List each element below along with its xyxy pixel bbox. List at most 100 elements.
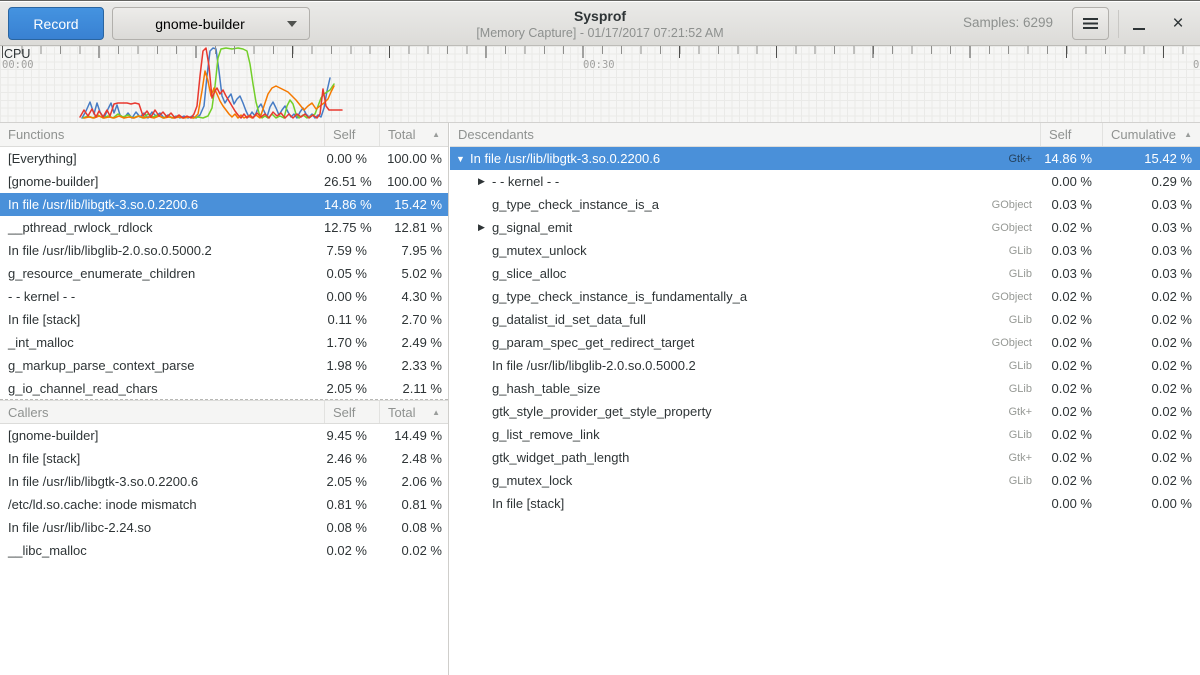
table-row[interactable]: g_hash_table_sizeGLib0.02 %0.02 %: [450, 377, 1200, 400]
self-column-header[interactable]: Self: [324, 123, 379, 146]
row-total-percent: 12.81 %: [379, 220, 448, 235]
row-function-name: /etc/ld.so.cache: inode mismatch: [0, 497, 324, 512]
table-row[interactable]: In file /usr/lib/libgtk-3.so.0.2200.614.…: [0, 193, 448, 216]
cpu-orange-line: [84, 71, 334, 118]
row-self-percent: 0.03 %: [1040, 197, 1102, 212]
row-function-name: In file /usr/lib/libc-2.24.so: [0, 520, 324, 535]
table-row[interactable]: In file /usr/lib/libc-2.24.so0.08 %0.08 …: [0, 516, 448, 539]
table-row[interactable]: gtk_widget_path_lengthGtk+0.02 %0.02 %: [450, 446, 1200, 469]
row-name-cell: In file /usr/lib/libglib-2.0.so.0.5000.2…: [450, 358, 1040, 373]
row-self-percent: 0.03 %: [1040, 266, 1102, 281]
total-column-header[interactable]: Total ▲: [379, 123, 448, 146]
close-button[interactable]: ×: [1162, 2, 1194, 46]
row-self-percent: 0.11 %: [324, 312, 379, 327]
timeline-major-ticks: [2, 46, 1200, 58]
expander-open-icon[interactable]: ▼: [456, 154, 470, 164]
table-row[interactable]: g_param_spec_get_redirect_targetGObject0…: [450, 331, 1200, 354]
table-row[interactable]: ▶g_signal_emitGObject0.02 %0.03 %: [450, 216, 1200, 239]
hamburger-icon: [1083, 18, 1098, 29]
minimize-icon: [1133, 28, 1145, 30]
self-column-header[interactable]: Self: [324, 401, 379, 423]
cumulative-column-header[interactable]: Cumulative ▲: [1102, 123, 1200, 146]
library-tag: GLib: [1009, 383, 1040, 395]
row-function-name: __pthread_rwlock_rdlock: [0, 220, 324, 235]
table-row[interactable]: __pthread_rwlock_rdlock12.75 %12.81 %: [0, 216, 448, 239]
expander-closed-icon[interactable]: ▶: [478, 176, 492, 187]
row-cumulative-percent: 0.02 %: [1102, 427, 1200, 442]
row-self-percent: 12.75 %: [324, 220, 379, 235]
table-row[interactable]: __libc_malloc0.02 %0.02 %: [0, 539, 448, 562]
row-self-percent: 2.05 %: [324, 381, 379, 396]
row-function-name: g_list_remove_link: [492, 427, 600, 442]
self-column-header[interactable]: Self: [1040, 123, 1102, 146]
row-self-percent: 7.59 %: [324, 243, 379, 258]
library-tag: GObject: [992, 291, 1040, 303]
row-function-name: g_markup_parse_context_parse: [0, 358, 324, 373]
row-name-cell: g_datalist_id_set_data_fullGLib: [450, 312, 1040, 327]
cpu-graph[interactable]: CPU 00:00 00:30 0: [0, 46, 1200, 123]
row-total-percent: 14.49 %: [379, 428, 448, 443]
table-row[interactable]: g_mutex_unlockGLib0.03 %0.03 %: [450, 239, 1200, 262]
table-row[interactable]: [gnome-builder]26.51 %100.00 %: [0, 170, 448, 193]
expander-closed-icon[interactable]: ▶: [478, 222, 492, 233]
row-cumulative-percent: 0.03 %: [1102, 220, 1200, 235]
row-total-percent: 2.33 %: [379, 358, 448, 373]
time-label-mid: 00:30: [583, 59, 615, 71]
row-name-cell: g_type_check_instance_is_fundamentally_a…: [450, 289, 1040, 304]
table-row[interactable]: In file [stack]0.00 %0.00 %: [450, 492, 1200, 515]
row-function-name: g_type_check_instance_is_fundamentally_a: [492, 289, 747, 304]
record-button[interactable]: Record: [8, 7, 104, 40]
library-tag: GLib: [1009, 314, 1040, 326]
table-row[interactable]: In file [stack]0.11 %2.70 %: [0, 308, 448, 331]
row-self-percent: 14.86 %: [1040, 151, 1102, 166]
titlebar: Record gnome-builder Sysprof [Memory Cap…: [0, 2, 1200, 46]
library-tag: GLib: [1009, 360, 1040, 372]
table-row[interactable]: [Everything]0.00 %100.00 %: [0, 147, 448, 170]
row-self-percent: 0.02 %: [1040, 427, 1102, 442]
table-row[interactable]: g_slice_allocGLib0.03 %0.03 %: [450, 262, 1200, 285]
table-row[interactable]: g_markup_parse_context_parse1.98 %2.33 %: [0, 354, 448, 377]
row-self-percent: 0.08 %: [324, 520, 379, 535]
process-selector-dropdown[interactable]: gnome-builder: [112, 7, 310, 40]
row-function-name: [gnome-builder]: [0, 174, 324, 189]
callers-column-header[interactable]: Callers: [0, 401, 324, 423]
functions-column-header[interactable]: Functions: [0, 123, 324, 146]
table-row[interactable]: g_mutex_lockGLib0.02 %0.02 %: [450, 469, 1200, 492]
row-cumulative-percent: 15.42 %: [1102, 151, 1200, 166]
table-row[interactable]: ▼In file /usr/lib/libgtk-3.so.0.2200.6Gt…: [450, 147, 1200, 170]
table-row[interactable]: In file /usr/lib/libglib-2.0.so.0.5000.2…: [0, 239, 448, 262]
row-name-cell: gtk_widget_path_lengthGtk+: [450, 450, 1040, 465]
row-self-percent: 0.00 %: [1040, 496, 1102, 511]
table-row[interactable]: /etc/ld.so.cache: inode mismatch0.81 %0.…: [0, 493, 448, 516]
row-total-percent: 4.30 %: [379, 289, 448, 304]
row-function-name: gtk_style_provider_get_style_property: [492, 404, 712, 419]
table-row[interactable]: In file /usr/lib/libglib-2.0.so.0.5000.2…: [450, 354, 1200, 377]
descendants-column-header[interactable]: Descendants: [450, 123, 1040, 146]
library-tag: Gtk+: [1008, 452, 1040, 464]
table-row[interactable]: _int_malloc1.70 %2.49 %: [0, 331, 448, 354]
table-row[interactable]: In file /usr/lib/libgtk-3.so.0.2200.62.0…: [0, 470, 448, 493]
functions-callers-panel: Functions Self Total ▲ [Everything]0.00 …: [0, 123, 449, 675]
table-row[interactable]: g_resource_enumerate_children0.05 %5.02 …: [0, 262, 448, 285]
row-name-cell: ▶g_signal_emitGObject: [450, 220, 1040, 235]
row-name-cell: In file [stack]: [450, 496, 1040, 511]
menu-button[interactable]: [1072, 7, 1109, 40]
total-column-header[interactable]: Total ▲: [379, 401, 448, 423]
row-self-percent: 0.02 %: [1040, 404, 1102, 419]
table-row[interactable]: - - kernel - -0.00 %4.30 %: [0, 285, 448, 308]
table-row[interactable]: g_type_check_instance_is_aGObject0.03 %0…: [450, 193, 1200, 216]
total-column-label: Total: [388, 127, 415, 142]
table-row[interactable]: gtk_style_provider_get_style_propertyGtk…: [450, 400, 1200, 423]
time-label-end-partial: 0: [1193, 59, 1199, 71]
table-row[interactable]: g_datalist_id_set_data_fullGLib0.02 %0.0…: [450, 308, 1200, 331]
minimize-button[interactable]: [1124, 2, 1154, 46]
row-self-percent: 26.51 %: [324, 174, 379, 189]
table-row[interactable]: g_list_remove_linkGLib0.02 %0.02 %: [450, 423, 1200, 446]
row-cumulative-percent: 0.02 %: [1102, 473, 1200, 488]
table-row[interactable]: In file [stack]2.46 %2.48 %: [0, 447, 448, 470]
table-row[interactable]: g_io_channel_read_chars2.05 %2.11 %: [0, 377, 448, 400]
table-row[interactable]: ▶- - kernel - -0.00 %0.29 %: [450, 170, 1200, 193]
descendants-header: Descendants Self Cumulative ▲: [450, 123, 1200, 147]
table-row[interactable]: g_type_check_instance_is_fundamentally_a…: [450, 285, 1200, 308]
table-row[interactable]: [gnome-builder]9.45 %14.49 %: [0, 424, 448, 447]
